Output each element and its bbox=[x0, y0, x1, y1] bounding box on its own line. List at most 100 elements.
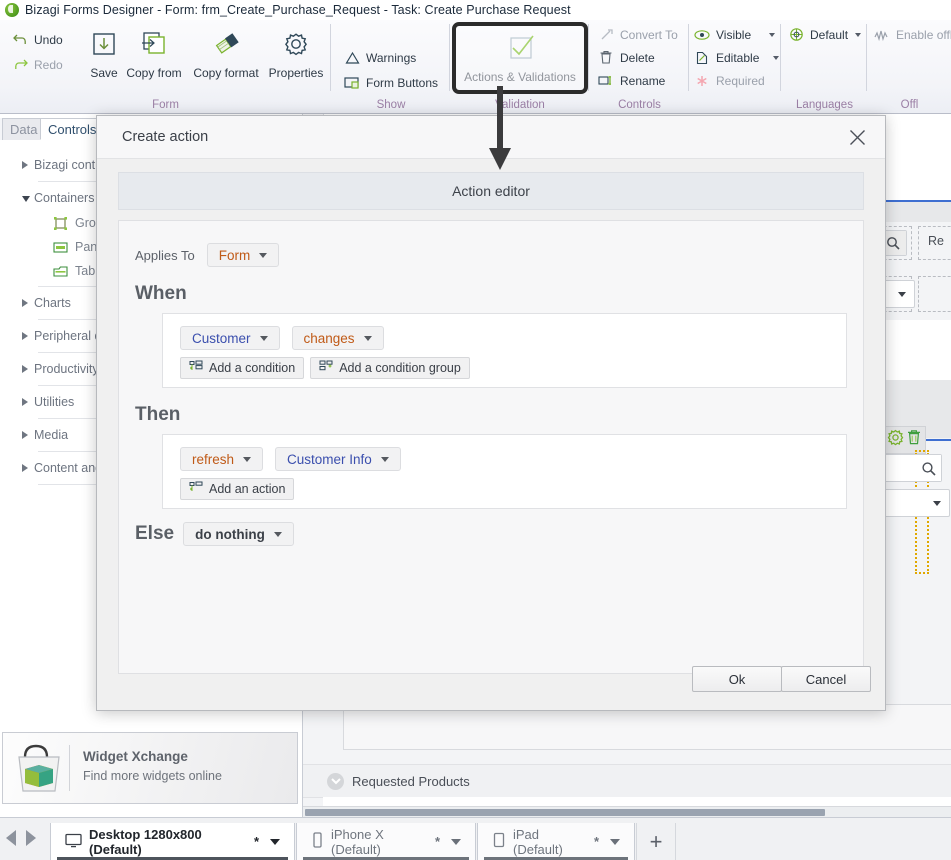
applies-to-label: Applies To bbox=[135, 247, 195, 263]
applies-to-dropdown[interactable]: Form bbox=[206, 243, 280, 267]
rename-button[interactable]: Rename bbox=[598, 70, 665, 91]
canvas-section-requested-products[interactable]: Requested Products bbox=[303, 764, 951, 798]
arrow-right-icon[interactable] bbox=[26, 830, 36, 846]
chevron-down-icon[interactable] bbox=[243, 456, 252, 462]
else-dropdown[interactable]: do nothing bbox=[183, 522, 294, 546]
chevron-down-icon[interactable] bbox=[933, 500, 941, 506]
properties-label: Properties bbox=[268, 66, 324, 80]
chevron-down-icon[interactable] bbox=[855, 32, 862, 37]
editable-toggle[interactable]: Editable bbox=[694, 47, 780, 68]
add-condition-button[interactable]: Add a condition bbox=[180, 357, 305, 379]
redo-button[interactable]: Redo bbox=[12, 54, 63, 75]
device-tab-label: Desktop 1280x800 (Default) bbox=[89, 826, 202, 857]
group-separator bbox=[449, 24, 450, 91]
offline-icon bbox=[874, 27, 890, 43]
convert-to-label: Convert To bbox=[620, 27, 678, 42]
else-value: do nothing bbox=[195, 526, 265, 542]
chevron-down-icon[interactable] bbox=[380, 456, 389, 462]
create-action-dialog: Create action Action editor Applies To F… bbox=[96, 115, 886, 711]
dialog-body: Action editor Applies To Form When Custo… bbox=[97, 158, 885, 710]
warnings-label: Warnings bbox=[366, 50, 417, 65]
required-toggle[interactable]: Required bbox=[694, 70, 765, 91]
chevron-right-icon[interactable] bbox=[22, 464, 28, 472]
action-editor-panel: Applies To Form When Customer changes Ad… bbox=[118, 220, 864, 674]
copy-from-button[interactable]: Copy from bbox=[118, 24, 190, 92]
chevron-down-icon[interactable] bbox=[270, 838, 280, 845]
save-icon bbox=[89, 24, 119, 66]
tree-item-label: Media bbox=[34, 428, 69, 442]
scrollbar-thumb[interactable] bbox=[305, 809, 825, 816]
applies-to-row: Applies To Form bbox=[135, 243, 280, 267]
then-action-value: refresh bbox=[192, 451, 235, 467]
cancel-button[interactable]: Cancel bbox=[781, 666, 871, 692]
chevron-right-icon[interactable] bbox=[22, 299, 28, 307]
add-device-tab-button[interactable]: + bbox=[636, 823, 676, 860]
add-condition-group-button[interactable]: Add a condition group bbox=[310, 357, 470, 379]
dialog-footer: Ok Cancel bbox=[97, 652, 885, 710]
action-editor-header: Action editor bbox=[118, 172, 864, 210]
ok-button[interactable]: Ok bbox=[692, 666, 782, 692]
tree-item-label: Peripheral d bbox=[34, 329, 102, 343]
device-tab-iphone-x[interactable]: iPhone X (Default) * bbox=[296, 823, 476, 860]
device-tab-desktop[interactable]: Desktop 1280x800 (Default) * bbox=[50, 823, 295, 860]
asterisk-icon bbox=[694, 73, 710, 89]
magnifier-icon[interactable] bbox=[915, 455, 941, 481]
when-operator-dropdown[interactable]: changes bbox=[291, 326, 384, 350]
then-target-dropdown[interactable]: Customer Info bbox=[275, 447, 401, 471]
save-label: Save bbox=[90, 66, 118, 80]
rename-icon bbox=[598, 73, 614, 89]
undo-button[interactable]: Undo bbox=[12, 29, 63, 50]
tree-item-label: Charts bbox=[34, 296, 71, 310]
chevron-down-icon[interactable] bbox=[273, 531, 282, 537]
arrow-left-icon[interactable] bbox=[6, 830, 16, 846]
visible-toggle[interactable]: Visible bbox=[694, 24, 776, 45]
tree-item-label: Productivity bbox=[34, 362, 99, 376]
editable-pencil-icon bbox=[694, 50, 710, 66]
chevron-down-icon[interactable] bbox=[22, 196, 30, 202]
chevron-right-icon[interactable] bbox=[22, 332, 28, 340]
group-separator bbox=[866, 24, 867, 91]
enable-offline-button[interactable]: Enable offli bbox=[874, 24, 951, 45]
required-label: Required bbox=[716, 73, 765, 88]
widget-xchange-banner[interactable]: Widget Xchange Find more widgets online bbox=[2, 732, 298, 804]
tab-data[interactable]: Data bbox=[2, 118, 44, 140]
then-action-dropdown[interactable]: refresh bbox=[180, 447, 264, 471]
add-condition-icon bbox=[189, 360, 203, 376]
form-buttons-button[interactable]: Form Buttons bbox=[344, 72, 438, 93]
add-action-button[interactable]: Add an action bbox=[180, 478, 295, 500]
trash-icon bbox=[598, 50, 614, 66]
chevron-down-icon[interactable] bbox=[610, 838, 620, 845]
close-icon[interactable] bbox=[845, 125, 869, 149]
device-tab-ipad[interactable]: iPad (Default) * bbox=[477, 823, 635, 860]
delete-button[interactable]: Delete bbox=[598, 47, 655, 68]
chevron-right-icon[interactable] bbox=[22, 365, 28, 373]
chevron-down-circle-icon[interactable] bbox=[327, 772, 344, 790]
canvas-search-input-2[interactable] bbox=[878, 454, 942, 482]
chevron-down-icon[interactable] bbox=[769, 32, 776, 37]
widget-xchange-title: Widget Xchange bbox=[83, 749, 188, 764]
when-field-dropdown[interactable]: Customer bbox=[180, 326, 280, 350]
chevron-right-icon[interactable] bbox=[22, 161, 28, 169]
default-language-button[interactable]: Default bbox=[788, 24, 862, 45]
ribbon-group-controls: Convert To Delete Rename Controls bbox=[590, 20, 689, 113]
chevron-down-icon[interactable] bbox=[259, 335, 268, 341]
window-title: Bizagi Forms Designer - Form: frm_Create… bbox=[25, 3, 571, 17]
ribbon-group-states: Visible Editable Required bbox=[690, 20, 781, 113]
ribbon-group-label-offline: Offl bbox=[900, 99, 919, 111]
gear-icon[interactable] bbox=[887, 429, 904, 451]
chevron-down-icon[interactable] bbox=[451, 838, 461, 845]
convert-to-button[interactable]: Convert To bbox=[598, 24, 678, 45]
chevron-down-icon[interactable] bbox=[259, 252, 268, 258]
phone-icon bbox=[311, 832, 324, 851]
chevron-down-icon[interactable] bbox=[363, 335, 372, 341]
chevron-right-icon[interactable] bbox=[22, 398, 28, 406]
shopping-bag-icon bbox=[11, 739, 67, 797]
copy-format-button[interactable]: Copy format bbox=[190, 24, 262, 92]
properties-button[interactable]: Properties bbox=[262, 24, 330, 92]
canvas-select-2[interactable] bbox=[878, 489, 950, 517]
chevron-right-icon[interactable] bbox=[22, 431, 28, 439]
warnings-button[interactable]: Warnings bbox=[344, 47, 416, 68]
trash-icon[interactable] bbox=[906, 429, 922, 451]
chevron-down-icon[interactable] bbox=[773, 55, 780, 60]
chevron-down-icon[interactable] bbox=[898, 291, 906, 297]
